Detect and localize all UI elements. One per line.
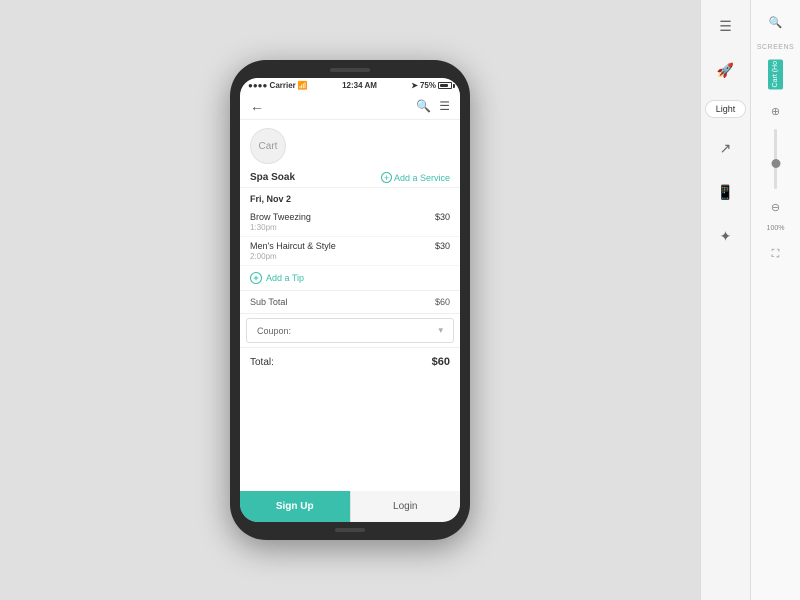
- cart-bubble-label: Cart: [259, 141, 278, 152]
- signup-button[interactable]: Sign Up: [240, 491, 350, 522]
- zoom-track[interactable]: [774, 129, 777, 189]
- add-service-label: Add a Service: [394, 173, 450, 183]
- line-item-top: Men's Haircut & Style $30: [250, 241, 450, 251]
- fullscreen-icon[interactable]: ⛶: [762, 240, 790, 268]
- back-button[interactable]: ←: [250, 98, 264, 114]
- tip-plus-icon: +: [250, 272, 262, 284]
- rocket-icon[interactable]: 🚀: [712, 56, 740, 84]
- total-value: $60: [432, 356, 450, 368]
- date-row: Fri, Nov 2: [240, 188, 460, 208]
- battery-icon: [438, 82, 452, 89]
- login-button[interactable]: Login: [350, 491, 461, 522]
- line-item: Men's Haircut & Style $30 2:00pm: [240, 237, 460, 266]
- location-icon: ➤: [411, 81, 418, 90]
- subtotal-row: Sub Total $60: [240, 291, 460, 314]
- service-name: Spa Soak: [250, 172, 295, 183]
- item-time: 2:00pm: [250, 252, 450, 261]
- zoom-control: ⊕ ⊖ 100%: [762, 97, 790, 232]
- cart-header: Cart: [240, 120, 460, 168]
- item-name: Men's Haircut & Style: [250, 241, 336, 251]
- zoom-percent: 100%: [767, 225, 785, 232]
- phone-screen: ●●●● Carrier 📶 12:34 AM ➤ 75% ← 🔍 ☰: [240, 78, 460, 522]
- nav-icons: 🔍 ☰: [416, 99, 450, 113]
- far-right-panel: 🔍 SCREENS Cart (Ho ⊕ ⊖ 100% ⛶: [750, 0, 800, 600]
- zoom-out-button[interactable]: ⊖: [762, 193, 790, 221]
- service-row: Spa Soak + Add a Service: [240, 168, 460, 188]
- item-name: Brow Tweezing: [250, 212, 311, 222]
- carrier-text: ●●●● Carrier: [248, 81, 296, 90]
- status-left: ●●●● Carrier 📶: [248, 81, 308, 90]
- coupon-label: Coupon:: [257, 326, 291, 336]
- add-service-plus-icon: +: [381, 172, 392, 183]
- subtotal-value: $60: [435, 297, 450, 307]
- zoom-thumb[interactable]: [771, 159, 780, 168]
- phone-shell: ●●●● Carrier 📶 12:34 AM ➤ 75% ← 🔍 ☰: [230, 60, 470, 540]
- screens-label: SCREENS: [757, 44, 794, 51]
- coupon-row[interactable]: Coupon: ▾: [246, 318, 454, 343]
- search-icon[interactable]: 🔍: [416, 99, 431, 113]
- item-price: $30: [435, 212, 450, 222]
- time-display: 12:34 AM: [342, 81, 377, 90]
- coupon-chevron-icon: ▾: [438, 325, 443, 336]
- item-price: $30: [435, 241, 450, 251]
- total-label: Total:: [250, 357, 274, 368]
- battery-percent: 75%: [420, 81, 436, 90]
- bottom-buttons: Sign Up Login: [240, 491, 460, 522]
- zoom-in-button[interactable]: ⊕: [762, 97, 790, 125]
- total-row: Total: $60: [240, 347, 460, 376]
- hamburger-icon[interactable]: ☰: [712, 12, 740, 40]
- add-service-button[interactable]: + Add a Service: [381, 172, 450, 183]
- line-item-top: Brow Tweezing $30: [250, 212, 450, 222]
- screen-tab[interactable]: Cart (Ho: [768, 59, 783, 89]
- date-text: Fri, Nov 2: [250, 194, 291, 204]
- subtotal-label: Sub Total: [250, 297, 287, 307]
- share-icon[interactable]: ↗: [712, 134, 740, 162]
- canvas-area: ●●●● Carrier 📶 12:34 AM ➤ 75% ← 🔍 ☰: [0, 0, 700, 600]
- item-time: 1:30pm: [250, 223, 450, 232]
- cursor-icon[interactable]: ✦: [712, 222, 740, 250]
- status-right: ➤ 75%: [411, 81, 452, 90]
- right-sidebar: ☰ 🚀 Light ↗ 📱 ✦: [700, 0, 750, 600]
- menu-icon[interactable]: ☰: [439, 99, 450, 113]
- line-item: Brow Tweezing $30 1:30pm: [240, 208, 460, 237]
- add-tip-row[interactable]: + Add a Tip: [240, 266, 460, 291]
- add-tip-label: Add a Tip: [266, 273, 304, 283]
- zoom-in-icon[interactable]: 🔍: [762, 8, 790, 36]
- status-bar: ●●●● Carrier 📶 12:34 AM ➤ 75%: [240, 78, 460, 93]
- cart-bubble: Cart: [250, 128, 286, 164]
- nav-bar: ← 🔍 ☰: [240, 93, 460, 120]
- light-mode-button[interactable]: Light: [705, 100, 747, 118]
- device-icon[interactable]: 📱: [712, 178, 740, 206]
- wifi-icon: 📶: [298, 81, 308, 90]
